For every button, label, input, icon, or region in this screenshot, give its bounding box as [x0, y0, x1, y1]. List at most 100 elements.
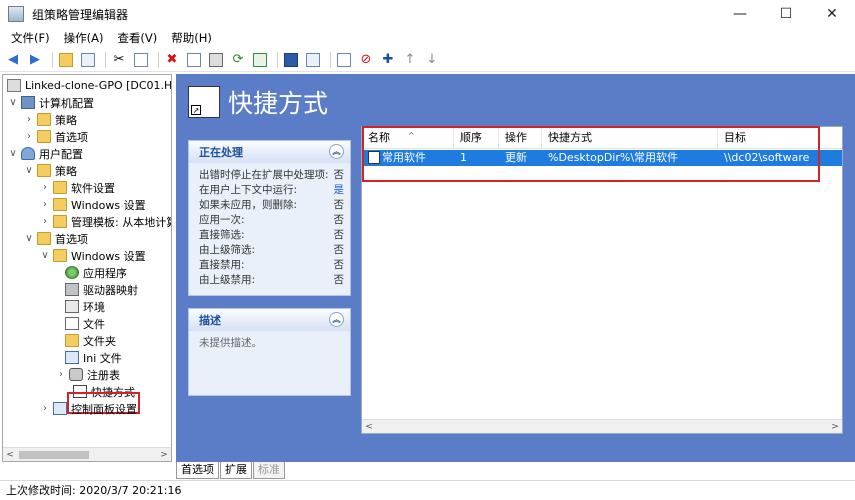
cut-icon[interactable]: ✂ — [110, 51, 128, 69]
chevron-right-icon[interactable]: › — [39, 216, 51, 227]
description-text: 未提供描述。 — [199, 337, 262, 349]
show-tree-icon[interactable] — [79, 51, 97, 69]
gpo-icon — [7, 79, 21, 92]
menu-bar: 文件(F) 操作(A) 查看(V) 帮助(H) — [0, 28, 855, 48]
properties-icon[interactable] — [185, 51, 203, 69]
tree-item-software-settings[interactable]: › 软件设置 — [39, 179, 115, 196]
tree-item-user-config[interactable]: ∨ 用户配置 — [7, 145, 83, 162]
title-bar: 组策略管理编辑器 — ☐ ✕ — [0, 0, 855, 28]
processing-panel-header: 正在处理 ︽ — [189, 141, 350, 163]
tree-item-files[interactable]: 文件 — [63, 315, 105, 332]
tree-item-user-policies[interactable]: ∨ 策略 — [23, 162, 77, 179]
chevron-down-icon[interactable]: ∨ — [39, 250, 51, 261]
tree-item-user-preferences[interactable]: ∨ 首选项 — [23, 230, 88, 247]
pane-header: ↗ 快捷方式 — [188, 84, 328, 120]
folder-icon — [53, 181, 67, 194]
tree-item-ini-files[interactable]: Ini 文件 — [63, 349, 122, 366]
chevron-up-icon[interactable]: ︽ — [329, 312, 344, 327]
scroll-right-icon[interactable]: > — [828, 420, 842, 434]
folder-icon — [37, 130, 51, 143]
pane-title: 快捷方式 — [228, 89, 329, 118]
property-row: 在用户上下文中运行: 是 — [199, 184, 344, 196]
action-pane-icon[interactable] — [304, 51, 322, 69]
chevron-down-icon[interactable]: ∨ — [7, 148, 19, 159]
folder-icon — [53, 249, 67, 262]
environment-icon — [65, 300, 79, 313]
property-row: 应用一次: 否 — [199, 214, 344, 226]
property-row: 直接禁用: 否 — [199, 259, 344, 271]
chevron-down-icon[interactable]: ∨ — [23, 165, 35, 176]
stop-processing-icon[interactable]: ⊘ — [357, 51, 375, 69]
property-row: 由上级禁用: 否 — [199, 274, 344, 286]
drive-map-icon — [65, 283, 79, 296]
tree-item-environment[interactable]: 环境 — [63, 298, 105, 315]
toolbar: ◀ ▶ ✂ ✖ ⟳ ⊘ ✚ ↑ ↓ — [0, 48, 855, 72]
property-row: 如果未应用，则删除: 否 — [199, 199, 344, 211]
forward-arrow-icon[interactable]: ▶ — [26, 51, 44, 69]
chevron-up-icon[interactable]: ︽ — [329, 144, 344, 159]
tree-item-control-panel[interactable]: › 控制面板设置 — [39, 400, 137, 417]
menu-file[interactable]: 文件(F) — [4, 30, 57, 46]
menu-help[interactable]: 帮助(H) — [164, 30, 219, 46]
scroll-left-icon[interactable]: < — [362, 420, 376, 434]
close-button[interactable]: ✕ — [809, 0, 855, 28]
tree-item-computer-policies[interactable]: › 策略 — [23, 111, 77, 128]
add-icon[interactable]: ✚ — [379, 51, 397, 69]
chevron-right-icon[interactable]: › — [39, 199, 51, 210]
tab-extended[interactable]: 扩展 — [220, 462, 252, 479]
tree-horizontal-scrollbar[interactable]: < > — [3, 447, 171, 461]
control-panel-icon — [53, 402, 67, 415]
menu-view[interactable]: 查看(V) — [110, 30, 164, 46]
tree-item-drive-maps[interactable]: 驱动器映射 — [63, 281, 138, 298]
tree-item-computer-config[interactable]: ∨ 计算机配置 — [7, 94, 94, 111]
up-folder-icon[interactable] — [57, 51, 75, 69]
tab-preferences[interactable]: 首选项 — [176, 462, 219, 479]
property-row: 直接筛选: 否 — [199, 229, 344, 241]
menu-action[interactable]: 操作(A) — [57, 30, 111, 46]
tree-item-gpo-root[interactable]: Linked-clone-GPO [DC01.HEL — [5, 77, 171, 94]
minimize-button[interactable]: — — [717, 0, 763, 28]
document-icon[interactable] — [335, 51, 353, 69]
chevron-right-icon[interactable]: › — [55, 369, 67, 380]
tree-item-windows-settings-policy[interactable]: › Windows 设置 — [39, 196, 146, 213]
print-icon[interactable] — [207, 51, 225, 69]
folder-icon — [53, 215, 67, 228]
user-icon — [21, 147, 35, 160]
tree-item-registry[interactable]: › 注册表 — [55, 366, 120, 383]
scroll-right-icon[interactable]: > — [157, 448, 171, 461]
scroll-thumb[interactable] — [19, 451, 89, 459]
tree-item-windows-settings-pref[interactable]: ∨ Windows 设置 — [39, 247, 146, 264]
maximize-button[interactable]: ☐ — [763, 0, 809, 28]
chevron-right-icon[interactable]: › — [39, 403, 51, 414]
description-panel-header: 描述 ︽ — [189, 309, 350, 331]
back-arrow-icon[interactable]: ◀ — [4, 51, 22, 69]
highlight-box — [362, 126, 820, 182]
application-icon — [65, 266, 79, 279]
tree-item-admin-templates[interactable]: › 管理模板: 从本地计算 — [39, 213, 171, 230]
export-icon[interactable] — [251, 51, 269, 69]
move-down-icon[interactable]: ↓ — [423, 51, 441, 69]
shortcut-large-icon: ↗ — [188, 86, 220, 118]
copy-icon[interactable] — [132, 51, 150, 69]
chevron-right-icon[interactable]: › — [23, 131, 35, 142]
chevron-right-icon[interactable]: › — [39, 182, 51, 193]
refresh-icon[interactable]: ⟳ — [229, 51, 247, 69]
move-up-icon[interactable]: ↑ — [401, 51, 419, 69]
folder-icon — [53, 198, 67, 211]
property-row: 出错时停止在扩展中处理项: 否 — [199, 169, 344, 181]
tree-item-folders[interactable]: 文件夹 — [63, 332, 116, 349]
help-icon[interactable] — [282, 51, 300, 69]
delete-icon[interactable]: ✖ — [163, 51, 181, 69]
folder-icon — [37, 164, 51, 177]
scroll-left-icon[interactable]: < — [3, 448, 17, 461]
details-pane: ↗ 快捷方式 正在处理 ︽ 出错时停止在扩展中处理项: 否 在用户上下文中运行: 是… — [176, 74, 855, 462]
property-row: 由上级筛选: 否 — [199, 244, 344, 256]
tree-item-applications[interactable]: 应用程序 — [63, 264, 127, 281]
tab-standard[interactable]: 标准 — [253, 462, 285, 479]
registry-icon — [69, 368, 83, 381]
chevron-down-icon[interactable]: ∨ — [7, 97, 19, 108]
list-horizontal-scrollbar[interactable]: < > — [362, 419, 842, 433]
tree-item-computer-preferences[interactable]: › 首选项 — [23, 128, 88, 145]
chevron-down-icon[interactable]: ∨ — [23, 233, 35, 244]
chevron-right-icon[interactable]: › — [23, 114, 35, 125]
